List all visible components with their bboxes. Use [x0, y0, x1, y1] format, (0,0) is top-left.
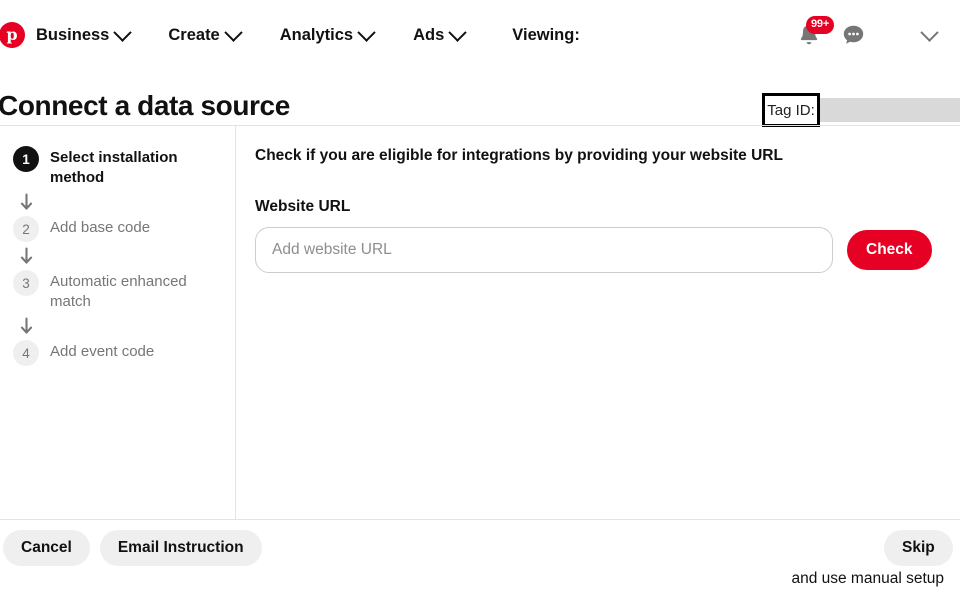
sidebar-divider — [235, 126, 236, 519]
pinterest-logo-letter: p — [6, 25, 18, 44]
step-number-badge: 2 — [13, 216, 39, 242]
installation-stepper: 1 Select installation method 2 Add base … — [0, 146, 235, 366]
nav-analytics-label: Analytics — [279, 25, 354, 44]
arrow-down-glyph — [20, 193, 33, 210]
header-left-group: p Business Create Analytics Ads Viewing: — [0, 0, 587, 70]
pinterest-logo-icon[interactable]: p — [0, 22, 25, 48]
nav-business-label: Business — [36, 25, 110, 44]
tag-id-highlight-box[interactable]: Tag ID: — [762, 93, 820, 127]
page-title: Connect a data source — [0, 90, 290, 121]
arrow-down-icon — [0, 312, 235, 340]
nav-item-ads[interactable]: Ads — [413, 22, 467, 45]
notifications-button[interactable]: 99+ — [792, 16, 835, 52]
top-navigation-bar: p Business Create Analytics Ads Viewing: — [0, 0, 960, 70]
arrow-down-glyph — [20, 247, 33, 264]
nav-item-business[interactable]: Business — [36, 22, 133, 45]
messages-bubble-icon — [843, 25, 863, 44]
step-label: Add base code — [50, 219, 151, 236]
website-url-input[interactable] — [255, 227, 833, 273]
step-label: Select installation method — [50, 149, 178, 186]
arrow-down-icon — [0, 188, 235, 216]
tag-id-label: Tag ID: — [767, 101, 815, 119]
messages-button[interactable] — [836, 18, 870, 52]
eligibility-heading: Check if you are eligible for integratio… — [255, 147, 783, 164]
nav-item-analytics[interactable]: Analytics — [279, 22, 376, 45]
nav-item-create[interactable]: Create — [168, 22, 243, 45]
skip-subtext: and use manual setup — [791, 570, 944, 587]
footer-divider — [0, 519, 960, 520]
step-item-1[interactable]: 1 Select installation method — [0, 146, 235, 188]
chevron-down-icon — [357, 22, 376, 42]
step-label: Automatic enhanced match — [50, 273, 187, 310]
chevron-down-icon — [448, 22, 467, 42]
skip-button[interactable]: Skip — [884, 530, 953, 566]
nav-ads-label: Ads — [413, 25, 445, 44]
tag-id-value-redacted — [820, 98, 960, 122]
step-item-2[interactable]: 2 Add base code — [0, 216, 235, 242]
step-label: Add event code — [50, 343, 155, 360]
website-url-field-row: Check — [255, 227, 945, 273]
website-url-label: Website URL — [255, 198, 351, 215]
arrow-down-glyph — [20, 317, 33, 334]
step-number-badge: 3 — [13, 270, 39, 296]
footer-left-actions: Cancel Email Instruction — [0, 530, 262, 566]
step-number-badge: 4 — [13, 340, 39, 366]
chevron-down-icon — [224, 22, 243, 42]
main-content-panel: Check if you are eligible for integratio… — [255, 146, 945, 273]
arrow-down-icon — [0, 242, 235, 270]
chevron-down-icon — [113, 22, 133, 42]
check-button[interactable]: Check — [847, 230, 932, 270]
account-menu-button[interactable] — [912, 18, 946, 52]
notification-badge: 99+ — [806, 16, 835, 34]
cancel-button[interactable]: Cancel — [3, 530, 90, 566]
viewing-selector[interactable]: Viewing: — [512, 26, 587, 45]
step-item-4[interactable]: 4 Add event code — [0, 340, 235, 366]
title-divider — [0, 125, 960, 126]
step-number-badge: 1 — [13, 146, 39, 172]
viewing-label: Viewing: — [512, 25, 580, 44]
step-item-3[interactable]: 3 Automatic enhanced match — [0, 270, 235, 312]
email-instruction-button[interactable]: Email Instruction — [99, 530, 262, 566]
chevron-down-icon — [919, 22, 939, 42]
nav-create-label: Create — [168, 25, 220, 44]
header-right-group: 99+ — [792, 0, 960, 70]
